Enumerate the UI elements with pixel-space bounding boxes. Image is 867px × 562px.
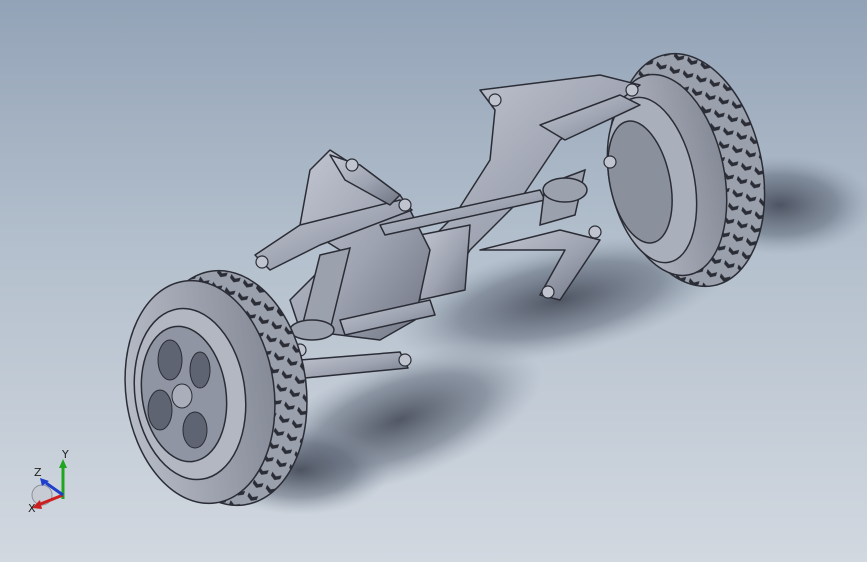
triad-y-label: Y [61,448,69,461]
suspension-model[interactable] [0,0,867,562]
triad-z-label: Z [34,466,42,479]
view-triad[interactable]: Y X Z [22,448,82,518]
graphics-viewport[interactable]: Y X Z [0,0,867,562]
triad-x-label: X [28,502,36,515]
